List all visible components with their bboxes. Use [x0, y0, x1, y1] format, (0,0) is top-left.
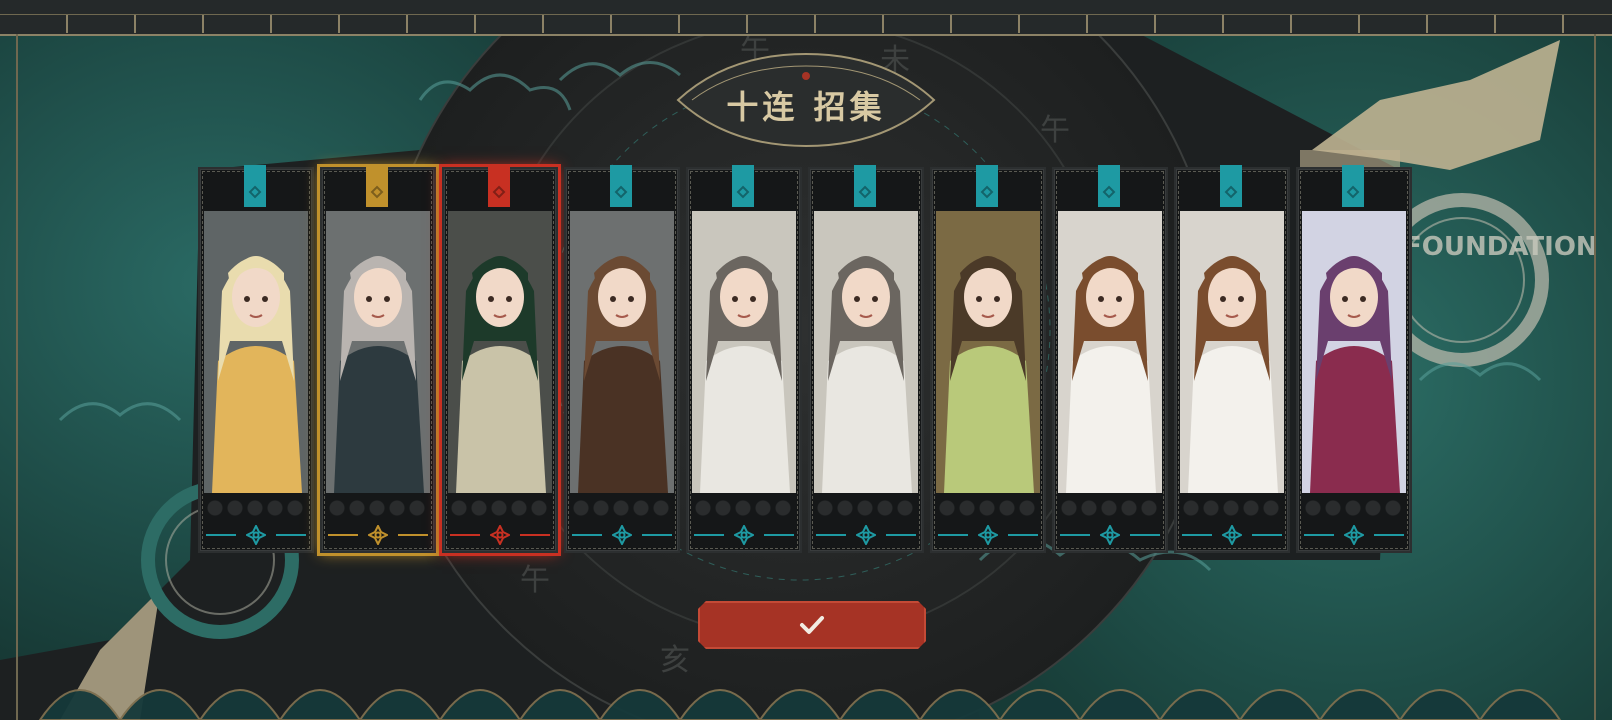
rarity-line-right: [764, 534, 794, 536]
rarity-line-right: [642, 534, 672, 536]
rarity-tab: [244, 165, 266, 207]
hero-portrait-archer-girl-hero: [936, 211, 1040, 493]
portrait-art: [448, 211, 552, 493]
hero-card[interactable]: [808, 165, 924, 553]
rarity-tab: [1220, 165, 1242, 207]
checkmark-icon: [798, 611, 826, 639]
rarity-line-left: [694, 534, 724, 536]
recruit-results: [198, 165, 1414, 553]
right-frame-line: [1594, 34, 1596, 720]
star-slots: [1182, 499, 1282, 517]
rarity-tab: [976, 165, 998, 207]
rarity-line-right: [1252, 534, 1282, 536]
rarity-tab: [610, 165, 632, 207]
svg-text:午: 午: [520, 563, 550, 598]
star-slots: [1060, 499, 1160, 517]
portrait-art: [204, 211, 308, 493]
faction-emblem-icon: [1342, 523, 1366, 547]
hero-portrait-silver-hair-cap-hero: [326, 211, 430, 493]
hero-portrait-green-cap-boy-hero: [814, 211, 918, 493]
rarity-line-right: [1008, 534, 1038, 536]
star-slots: [694, 499, 794, 517]
faction-emblem-icon: [732, 523, 756, 547]
rarity-line-left: [328, 534, 358, 536]
portrait-art: [936, 211, 1040, 493]
faction-emblem-icon: [366, 523, 390, 547]
rarity-line-right: [886, 534, 916, 536]
star-slots: [206, 499, 306, 517]
rarity-line-left: [1060, 534, 1090, 536]
faction-emblem-icon: [488, 523, 512, 547]
star-slots: [816, 499, 916, 517]
star-slots: [1304, 499, 1404, 517]
rarity-line-left: [816, 534, 846, 536]
hero-card[interactable]: [320, 165, 436, 553]
faction-emblem-icon: [854, 523, 878, 547]
rarity-tab: [854, 165, 876, 207]
portrait-art: [1058, 211, 1162, 493]
rarity-line-right: [1130, 534, 1160, 536]
rarity-line-right: [520, 534, 550, 536]
rarity-line-left: [206, 534, 236, 536]
star-slots: [938, 499, 1038, 517]
rarity-tab: [488, 165, 510, 207]
portrait-art: [692, 211, 796, 493]
hero-portrait-green-cap-boy-hero: [692, 211, 796, 493]
hero-portrait-court-lady-hero: [1180, 211, 1284, 493]
star-slots: [328, 499, 428, 517]
rarity-line-left: [572, 534, 602, 536]
faction-emblem-icon: [610, 523, 634, 547]
faction-emblem-icon: [1098, 523, 1122, 547]
hero-portrait-glasses-scholar-hero: [570, 211, 674, 493]
rarity-tab: [366, 165, 388, 207]
page-title: 十连 招集: [726, 88, 886, 126]
hero-card[interactable]: [442, 165, 558, 553]
portrait-art: [814, 211, 918, 493]
portrait-art: [1302, 211, 1406, 493]
faction-emblem-icon: [1220, 523, 1244, 547]
rarity-line-left: [1304, 534, 1334, 536]
recruit-scene: 午 未 午 午 亥 FOUNDATION 十连 招集: [0, 0, 1612, 720]
hero-card[interactable]: [1296, 165, 1412, 553]
hero-card[interactable]: [198, 165, 314, 553]
top-frame-border: [0, 0, 1612, 36]
portrait-art: [1180, 211, 1284, 493]
foundation-text: FOUNDATION: [1404, 232, 1598, 262]
hero-portrait-blonde-braided-hero: [204, 211, 308, 493]
portrait-art: [570, 211, 674, 493]
rarity-line-left: [450, 534, 480, 536]
confirm-button[interactable]: Confirm: [698, 601, 926, 649]
left-frame-line: [16, 34, 18, 720]
portrait-art: [326, 211, 430, 493]
hero-portrait-white-cap-girl-hero: [1302, 211, 1406, 493]
star-slots: [450, 499, 550, 517]
hero-portrait-green-hair-ornate-hero: [448, 211, 552, 493]
rarity-line-right: [398, 534, 428, 536]
rarity-line-left: [938, 534, 968, 536]
rarity-tab: [1342, 165, 1364, 207]
hero-card[interactable]: [686, 165, 802, 553]
hero-card[interactable]: [930, 165, 1046, 553]
hero-portrait-court-lady-hero: [1058, 211, 1162, 493]
rarity-line-right: [276, 534, 306, 536]
rarity-line-left: [1182, 534, 1212, 536]
hero-card[interactable]: [1052, 165, 1168, 553]
svg-text:午: 午: [1040, 113, 1070, 148]
hero-card[interactable]: [1174, 165, 1290, 553]
svg-text:亥: 亥: [660, 643, 690, 678]
rarity-tab: [732, 165, 754, 207]
rarity-tab: [1098, 165, 1120, 207]
faction-emblem-icon: [976, 523, 1000, 547]
faction-emblem-icon: [244, 523, 268, 547]
hero-card[interactable]: [564, 165, 680, 553]
star-slots: [572, 499, 672, 517]
rarity-line-right: [1374, 534, 1404, 536]
title-plate: 十连 招集: [668, 52, 944, 148]
